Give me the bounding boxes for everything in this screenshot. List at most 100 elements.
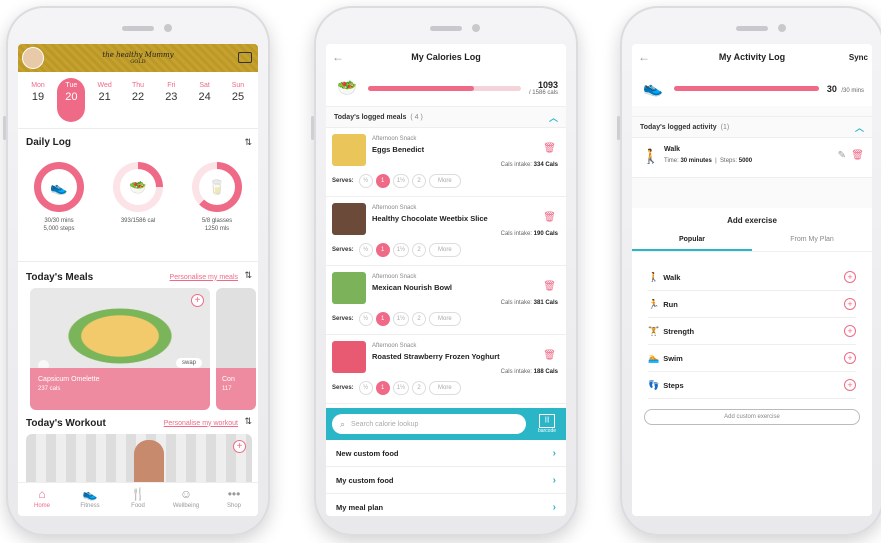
serve-option[interactable]: 2 (412, 312, 427, 326)
tab-food[interactable]: 🍴 Food (118, 487, 158, 516)
progress-ring: 🥗 (113, 162, 163, 212)
logged-meals-header[interactable]: Today's logged meals ( 4 ) ︿ (326, 106, 566, 128)
sort-icon[interactable]: ⇅ (244, 416, 252, 427)
serve-option[interactable]: ½ (358, 312, 373, 326)
tab-wellbeing[interactable]: ☺ Wellbeing (166, 487, 206, 516)
personalise-meals-link[interactable]: Personalise my meals (170, 274, 238, 281)
serve-option[interactable]: 1 (375, 381, 390, 395)
meal-card-next[interactable]: Con 117 (216, 288, 256, 410)
menu-item[interactable]: My meal plan › (326, 494, 566, 516)
serve-option[interactable]: 2 (412, 381, 427, 395)
serve-option[interactable]: 1 (375, 243, 390, 257)
meal-card-info: Con 117 (216, 368, 256, 410)
serve-option[interactable]: 1½ (392, 174, 410, 188)
avatar[interactable] (22, 47, 44, 69)
food-item[interactable]: Afternoon Snack Eggs Benedict 🗑 Cals intake… (326, 128, 566, 197)
daily-ring[interactable]: 🥛 5/8 glasses 1250 mls (186, 162, 248, 233)
day-fri[interactable]: Fri 23 (157, 78, 185, 122)
food-item[interactable]: Afternoon Snack Roasted Strawberry Frozen… (326, 335, 566, 404)
serves-label: Serves: (332, 247, 354, 253)
add-exercise-icon[interactable]: + (844, 379, 856, 391)
search-input[interactable]: ⌕ Search calorie lookup (332, 414, 526, 434)
back-arrow-icon[interactable]: ← (332, 50, 344, 64)
menu-item-label: My custom food (336, 475, 394, 485)
edit-icon[interactable]: ✎ (838, 150, 846, 161)
day-sat[interactable]: Sat 24 (191, 78, 219, 122)
logged-activity-header[interactable]: Today's logged activity (1) ︿ (632, 116, 872, 138)
food-item[interactable]: Afternoon Snack Healthy Chocolate Weetbix… (326, 197, 566, 266)
add-exercise-icon[interactable]: + (844, 352, 856, 364)
exercise-name: Strength (663, 326, 695, 336)
serve-option[interactable]: 1 (375, 174, 390, 188)
trash-icon[interactable]: 🗑 (543, 350, 556, 361)
food-item[interactable]: Afternoon Snack Mexican Nourish Bowl 🗑 Cals… (326, 266, 566, 335)
tv-icon[interactable] (238, 52, 252, 63)
exercise-steps[interactable]: 👣 Steps + (648, 372, 856, 399)
day-mon[interactable]: Mon 19 (24, 78, 52, 122)
tab-popular[interactable]: Popular (632, 232, 752, 251)
serve-option[interactable]: More (429, 243, 461, 257)
day-thu[interactable]: Thu 22 (124, 78, 152, 122)
swap-button[interactable]: swap (175, 358, 202, 368)
menu-item[interactable]: My custom food › (326, 467, 566, 494)
shoe-icon: 👟 (82, 487, 98, 501)
serve-option[interactable]: 1 (375, 312, 390, 326)
serve-option[interactable]: More (429, 381, 461, 395)
day-wed[interactable]: Wed 21 (91, 78, 119, 122)
exercise-walk[interactable]: 🚶 Walk + (648, 264, 856, 291)
tab-from-my-plan[interactable]: From My Plan (752, 232, 872, 251)
add-exercise-icon[interactable]: + (844, 271, 856, 283)
serve-option[interactable]: ½ (358, 174, 373, 188)
serve-option[interactable]: 2 (412, 243, 427, 257)
trash-icon[interactable]: 🗑 (543, 212, 556, 223)
serve-option[interactable]: ½ (358, 243, 373, 257)
add-exercise-icon[interactable]: + (844, 325, 856, 337)
day-number: 21 (98, 91, 111, 103)
tab-shop[interactable]: ••• Shop (214, 487, 254, 516)
serve-option[interactable]: More (429, 174, 461, 188)
serve-option[interactable]: 1½ (392, 243, 410, 257)
menu-item[interactable]: New custom food › (326, 440, 566, 467)
serve-option[interactable]: More (429, 312, 461, 326)
add-workout-icon[interactable]: + (233, 440, 246, 453)
add-meal-icon[interactable]: + (191, 294, 204, 307)
serve-option[interactable]: 1½ (392, 312, 410, 326)
daily-ring[interactable]: 🥗 393/1586 cal (107, 162, 169, 233)
exercise-name: Run (663, 299, 678, 309)
add-exercise-icon[interactable]: + (844, 298, 856, 310)
serve-option[interactable]: ½ (358, 381, 373, 395)
day-number: 25 (231, 91, 245, 103)
barcode-button[interactable]: ||| barcode (534, 414, 560, 434)
food-cals: Cals intake: 188 Cals (501, 369, 558, 375)
sync-button[interactable]: Sync (849, 53, 868, 62)
daily-ring[interactable]: 👟 30/30 mins 5,000 steps (28, 162, 90, 233)
exercise-strength[interactable]: 🏋 Strength + (648, 318, 856, 345)
chevron-up-icon[interactable]: ︿ (549, 111, 558, 124)
exercise-swim[interactable]: 🏊 Swim + (648, 345, 856, 372)
food-meal-type: Afternoon Snack (372, 274, 417, 280)
trash-icon[interactable]: 🗑 (543, 281, 556, 292)
personalise-workout-link[interactable]: Personalise my workout (164, 420, 238, 427)
trash-icon[interactable]: 🗑 (851, 150, 864, 161)
sort-icon[interactable]: ⇅ (244, 270, 252, 281)
meal-card[interactable]: + swap Capsicum Omelette 237 cals (30, 288, 210, 410)
trash-icon[interactable]: 🗑 (543, 143, 556, 154)
serve-option[interactable]: 1½ (392, 381, 410, 395)
tab-fitness[interactable]: 👟 Fitness (70, 487, 110, 516)
day-name: Tue (65, 82, 78, 89)
sort-icon[interactable]: ⇅ (244, 137, 252, 148)
day-number: 22 (131, 91, 145, 103)
activity-item[interactable]: 🚶 Walk Time: 30 minutes | Steps: 5000 ✎ … (632, 138, 872, 178)
camera (778, 24, 786, 32)
day-tue[interactable]: Tue 20 (57, 78, 86, 122)
cals-value: 334 Cals (533, 162, 558, 168)
chevron-up-icon[interactable]: ︿ (855, 121, 864, 134)
food-meal-type: Afternoon Snack (372, 343, 417, 349)
add-custom-exercise-button[interactable]: Add custom exercise (644, 409, 860, 425)
tab-home[interactable]: ⌂ Home (22, 487, 62, 516)
nav-bar: ← My Activity Log Sync (632, 44, 872, 70)
day-sun[interactable]: Sun 25 (224, 78, 252, 122)
back-arrow-icon[interactable]: ← (638, 50, 650, 64)
exercise-run[interactable]: 🏃 Run + (648, 291, 856, 318)
serve-option[interactable]: 2 (412, 174, 427, 188)
